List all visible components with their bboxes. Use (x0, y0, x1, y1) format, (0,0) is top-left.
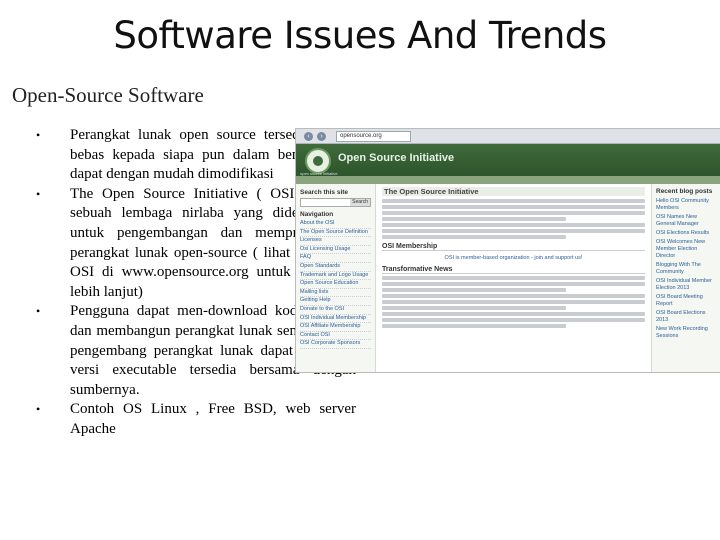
bullet-item: • Contoh OS Linux , Free BSD, web server … (36, 400, 356, 439)
nav-link: OSI Affiliate Membership (300, 323, 371, 332)
recent-post-link: OSI Board Elections 2013 (656, 310, 706, 323)
text-line (382, 235, 567, 239)
nav-link: The Open Source Definition (300, 229, 371, 238)
recent-post-link: OSI Welcomes New Member Election Directo… (656, 239, 706, 259)
nav-link: Getting Help (300, 297, 371, 306)
nav-link: FAQ (300, 254, 371, 263)
recent-posts-heading: Recent blog posts (656, 188, 713, 195)
left-sidebar: Search this site Search Navigation About… (296, 184, 376, 372)
text-line (382, 211, 645, 215)
recent-post-link: OSI Individual Member Election 2013 (656, 278, 712, 291)
bullet-marker: • (36, 128, 41, 142)
slide-title: Software Issues And Trends (113, 14, 607, 57)
nav-link: Trademark and Logo Usage (300, 272, 371, 281)
recent-post-link: OSI Names New General Manager (656, 214, 699, 227)
nav-link: Osi Licensing Usage (300, 246, 371, 255)
recent-post-link: Hello OSI Community Members (656, 198, 709, 211)
nav-link: Mailing lists (300, 289, 371, 298)
bullet-marker: • (36, 186, 41, 201)
text-line (382, 223, 645, 227)
nav-link: About the OSI (300, 220, 371, 229)
text-line (382, 282, 645, 286)
text-line (382, 312, 645, 316)
text-line (382, 294, 645, 298)
back-icon: ‹ (304, 131, 313, 141)
membership-highlight: OSI is member-based organization - join … (444, 255, 583, 261)
logo-caption: open source initiative (300, 171, 338, 176)
recent-post-link: New Work Recording Sessions (656, 326, 708, 339)
text-line (382, 318, 645, 322)
main-content: The Open Source Initiative OSI Membershi… (376, 184, 651, 372)
site-title: Open Source Initiative (338, 152, 455, 164)
site-banner: open source initiative Open Source Initi… (296, 144, 720, 176)
nav-heading: Navigation (300, 211, 334, 218)
recent-post-link: OSI Elections Results (656, 230, 710, 236)
recent-post-link: Blogging With The Community (656, 262, 701, 275)
site-columns: Search this site Search Navigation About… (296, 184, 720, 372)
text-line (382, 288, 567, 292)
search-input: Search (300, 198, 371, 207)
nav-link: OSI Individual Membership (300, 315, 371, 324)
text-line (382, 229, 645, 233)
slide-subtitle: Open-Source Software (12, 83, 204, 107)
bullet-marker: • (36, 402, 41, 417)
text-line (382, 276, 645, 280)
forward-icon: › (317, 131, 326, 141)
page-heading: The Open Source Initiative (382, 187, 645, 196)
text-line (382, 324, 567, 328)
nav-link: Licenses (300, 237, 371, 246)
news-heading: Transformative News (382, 266, 645, 274)
osi-website-screenshot: ‹ › opensource.org open source initiativ… (295, 128, 720, 373)
browser-toolbar: ‹ › opensource.org (296, 129, 720, 144)
search-button: Search (350, 199, 370, 206)
address-bar: opensource.org (336, 130, 411, 142)
nav-link: Contact OSI (300, 332, 371, 341)
search-heading: Search this site (300, 189, 349, 196)
nav-link: OSI Corporate Sponsors (300, 340, 371, 349)
text-line (382, 205, 645, 209)
right-sidebar: Recent blog posts Hello OSI Community Me… (651, 184, 720, 372)
text-line (382, 306, 567, 310)
recent-post-link: OSI Board Meeting Report (656, 294, 703, 307)
text-line (382, 217, 567, 221)
nav-link: Donate to the OSI (300, 306, 371, 315)
text-line (382, 199, 645, 203)
text-line (382, 300, 645, 304)
membership-heading: OSI Membership (382, 243, 645, 251)
nav-link: Open Standards (300, 263, 371, 272)
site-tab-bar (296, 176, 720, 184)
nav-link: Open Source Education (300, 280, 371, 289)
bullet-marker: • (36, 304, 41, 319)
bullet-text: Contoh OS Linux , Free BSD, web server A… (70, 401, 356, 437)
